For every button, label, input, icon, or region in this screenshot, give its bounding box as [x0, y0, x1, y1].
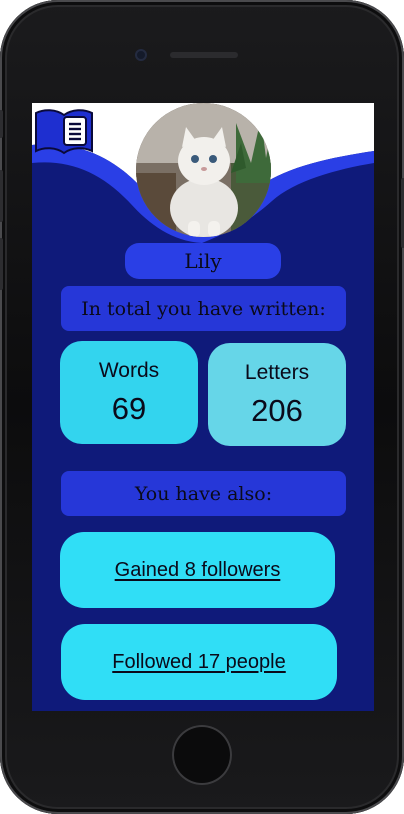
words-label: Words: [98, 358, 160, 382]
app-screen: Lily In total you have written: Words 69…: [32, 103, 374, 711]
avatar[interactable]: [136, 103, 271, 237]
profile-name: Lily: [125, 243, 281, 279]
home-button[interactable]: [172, 725, 232, 785]
volume-down-button: [0, 238, 3, 290]
volume-up-button: [0, 170, 3, 222]
words-card: Words 69: [60, 341, 198, 444]
letters-label: Letters: [244, 360, 310, 384]
letters-value: 206: [251, 392, 303, 428]
earpiece-speaker: [170, 52, 238, 58]
phone-frame: Lily In total you have written: Words 69…: [0, 0, 404, 814]
also-section-title: You have also:: [61, 471, 346, 516]
written-section-title: In total you have written:: [61, 286, 346, 331]
following-link-button[interactable]: Followed 17 people: [61, 624, 337, 700]
book-icon[interactable]: [34, 107, 94, 155]
letters-card: Letters 206: [208, 343, 346, 446]
followers-link-button[interactable]: Gained 8 followers: [60, 532, 335, 608]
front-camera: [135, 49, 147, 61]
words-value: 69: [111, 390, 147, 426]
mute-switch: [0, 110, 3, 138]
